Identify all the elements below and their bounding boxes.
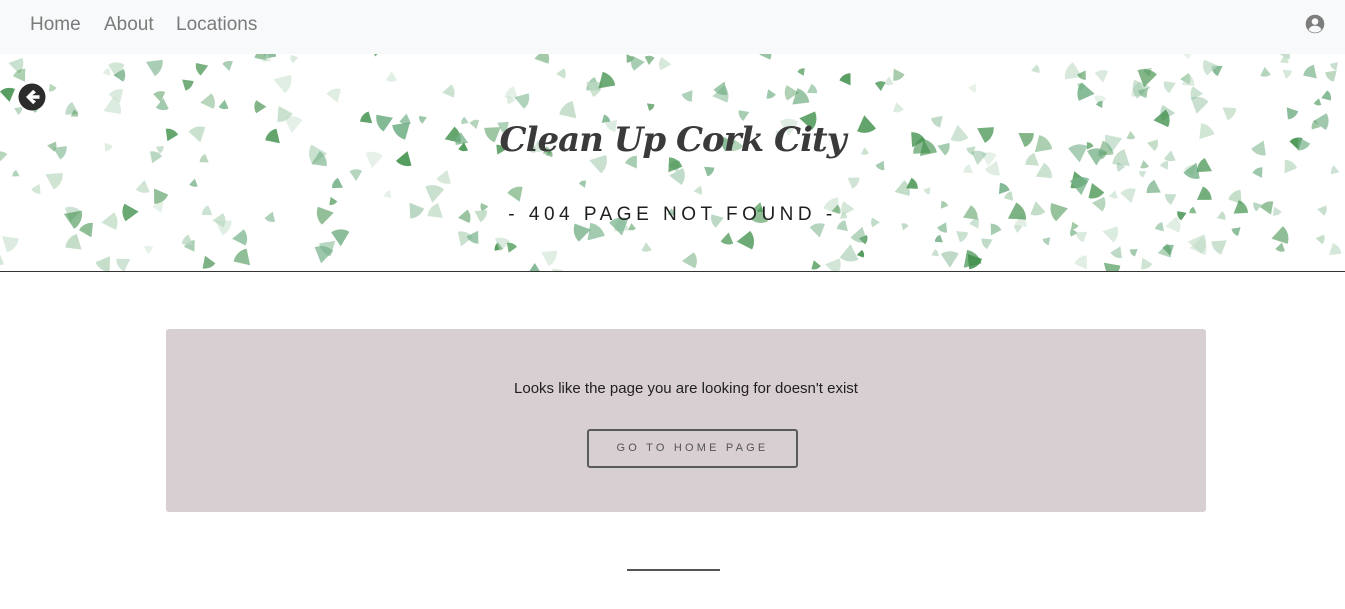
nav-home-link[interactable]: Home bbox=[30, 13, 81, 37]
nav-about-link[interactable]: About bbox=[104, 13, 154, 37]
error-card: Looks like the page you are looking for … bbox=[166, 329, 1206, 512]
site-title: Clean Up Cork City bbox=[499, 120, 847, 160]
leaf-confetti-background bbox=[0, 54, 1342, 271]
nav-locations-link[interactable]: Locations bbox=[176, 13, 257, 37]
go-to-home-page-button[interactable]: GO TO HOME PAGE bbox=[587, 429, 798, 468]
back-arrow-icon[interactable] bbox=[18, 83, 46, 111]
top-navbar: Home About Locations bbox=[0, 0, 1345, 54]
footer-divider bbox=[627, 569, 720, 571]
page-subtitle: - 404 PAGE NOT FOUND - bbox=[508, 204, 837, 225]
error-message: Looks like the page you are looking for … bbox=[514, 380, 858, 397]
hero-banner: Clean Up Cork City - 404 PAGE NOT FOUND … bbox=[0, 54, 1345, 272]
user-circle-icon[interactable] bbox=[1305, 14, 1325, 34]
